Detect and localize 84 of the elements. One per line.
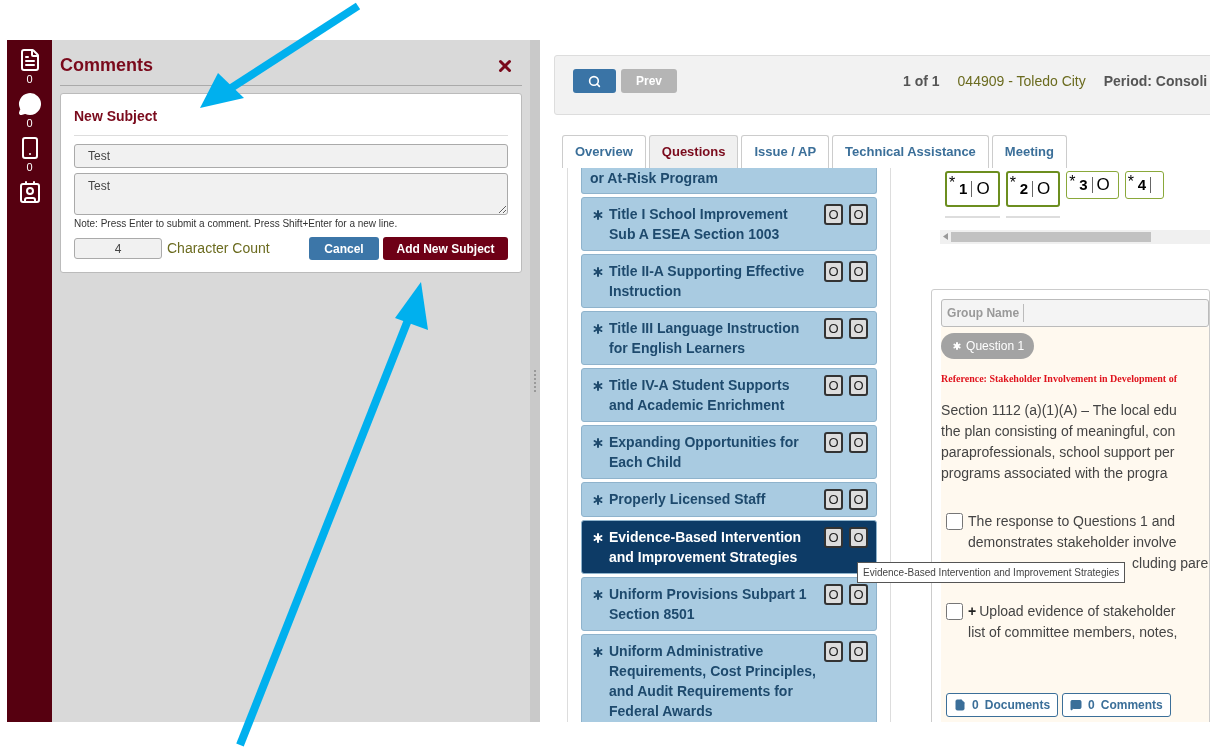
status-button[interactable]: O (824, 527, 844, 548)
search-icon (588, 74, 601, 88)
search-button[interactable] (573, 69, 616, 93)
tab[interactable]: Overview (562, 135, 646, 168)
status-button[interactable]: O (824, 375, 844, 396)
cancel-button[interactable]: Cancel (309, 237, 379, 260)
tab[interactable]: Issue / AP (741, 135, 830, 168)
section-title: Title I School Improvement Sub A ESEA Section 1003 (609, 205, 789, 244)
section-title: Properly Licensed Staff (609, 490, 766, 509)
status-button[interactable]: O (849, 261, 869, 282)
status-button[interactable]: O (824, 584, 844, 605)
status-button[interactable]: O (849, 204, 869, 225)
status-button[interactable]: O (824, 489, 844, 510)
tooltip: Evidence-Based Intervention and Improvement Strategies (857, 562, 1126, 583)
status-button[interactable]: O (849, 489, 869, 510)
character-count-label: Character Count (167, 239, 270, 258)
file-icon (954, 698, 967, 711)
status-button[interactable]: O (849, 318, 869, 339)
subject-input[interactable]: Test (74, 144, 508, 168)
form-heading: New Subject (74, 106, 508, 136)
horizontal-scrollbar[interactable] (940, 230, 1210, 244)
question-number-button[interactable]: * 1 O (945, 171, 1000, 207)
period-label: Period: Consoli (1103, 71, 1208, 91)
status-button[interactable]: O (824, 261, 844, 282)
add-new-subject-button[interactable]: Add New Subject (383, 237, 508, 260)
tab[interactable]: Questions (648, 135, 739, 168)
section-title: Title IV-A Student Supports and Academic Enrichment (609, 376, 791, 415)
question-number-button[interactable]: * 4 (1124, 171, 1165, 199)
count-label: 0 (26, 72, 33, 86)
contact-card-icon[interactable] (17, 180, 42, 204)
section-item[interactable]: Uniform Administrative Requirements, Cost Principles, and Audit Requirements for Federal Awards O O (581, 634, 878, 722)
section-item[interactable]: Properly Licensed Staff O O (581, 482, 878, 517)
section-item[interactable]: Uniform Provisions Subpart 1 Section 8501 O O (581, 577, 878, 631)
count-label: 0 (26, 160, 33, 174)
question-text: Section 1112 (a)(1)(A) – The local edu (941, 400, 1178, 420)
reference-text: Reference: Stakeholder Involvement in Development of (941, 371, 1179, 386)
status-button[interactable]: O (849, 375, 869, 396)
section-title: Uniform Administrative Requirements, Cost Principles, and Audit Requirements for Federal Awards (609, 642, 817, 721)
speech-bubble-icon[interactable] (17, 92, 42, 116)
status-button[interactable]: O (824, 318, 844, 339)
character-count-field[interactable]: 4 (74, 238, 162, 259)
section-title: Uniform Provisions Subpart 1 Section 8501 (609, 585, 808, 624)
question-number-button[interactable]: * 2 O (1005, 171, 1061, 207)
section-item[interactable]: Title II-A Supporting Effective Instruction O O (581, 254, 878, 308)
question-badge: Question 1 (941, 332, 1035, 359)
status-button[interactable]: O (849, 527, 869, 548)
documents-button[interactable]: 0 Documents (946, 692, 1059, 717)
status-button[interactable]: O (849, 432, 869, 453)
checklist-text: list of committee members, notes, (968, 622, 1178, 642)
page-count: 1 of 1 (903, 71, 940, 91)
section-item[interactable]: or At-Risk Program (581, 168, 878, 194)
question-number-button[interactable]: * 3 O (1066, 171, 1119, 199)
checklist-text: demonstrates stakeholder involve (968, 532, 1178, 552)
checklist-text: The response to Questions 1 and (968, 511, 1177, 531)
section-title: Title II-A Supporting Effective Instruction (609, 262, 806, 301)
checklist-text: cluding pare (1132, 553, 1209, 573)
section-item[interactable]: Title III Language Instruction for English Learners O O (581, 311, 878, 365)
tab[interactable]: Meeting (991, 135, 1067, 168)
scroll-left-icon[interactable] (943, 233, 949, 241)
status-button[interactable]: O (824, 432, 844, 453)
status-button[interactable]: O (849, 641, 869, 662)
section-title: Title III Language Instruction for English Learners (609, 319, 801, 358)
question-text: programs associated with the progra (941, 463, 1169, 483)
note-text: Note: Press Enter to submit a comment. Press Shift+Enter for a new line. (74, 217, 399, 231)
section-title: Evidence-Based Intervention and Improvement Strategies (609, 528, 803, 567)
comments-button[interactable]: 0 Comments (1062, 692, 1171, 717)
count-label: 0 (26, 116, 33, 130)
checklist-text: + Upload evidence of stakeholder (968, 601, 1177, 621)
checkbox[interactable] (946, 512, 964, 530)
section-item[interactable]: Expanding Opportunities for Each Child O O (581, 425, 878, 479)
speech-bubble-icon (1070, 698, 1083, 711)
question-text: the plan consisting of meaningful, con (941, 421, 1177, 441)
section-item[interactable]: Title IV-A Student Supports and Academic Enrichment O O (581, 368, 878, 422)
panel-title: Comments (60, 54, 153, 77)
section-title: Expanding Opportunities for Each Child (609, 433, 800, 472)
checkbox[interactable] (946, 602, 964, 620)
comment-textarea[interactable]: Test (74, 173, 508, 215)
status-button[interactable]: O (849, 584, 869, 605)
district-name: 044909 - Toledo City (957, 71, 1086, 91)
question-text: paraprofessionals, school support per (941, 442, 1176, 462)
status-button[interactable]: O (824, 641, 844, 662)
section-item[interactable]: Title I School Improvement Sub A ESEA Section 1003 O O (581, 197, 878, 251)
status-button[interactable]: O (824, 204, 844, 225)
tab[interactable]: Technical Assistance (832, 135, 989, 168)
